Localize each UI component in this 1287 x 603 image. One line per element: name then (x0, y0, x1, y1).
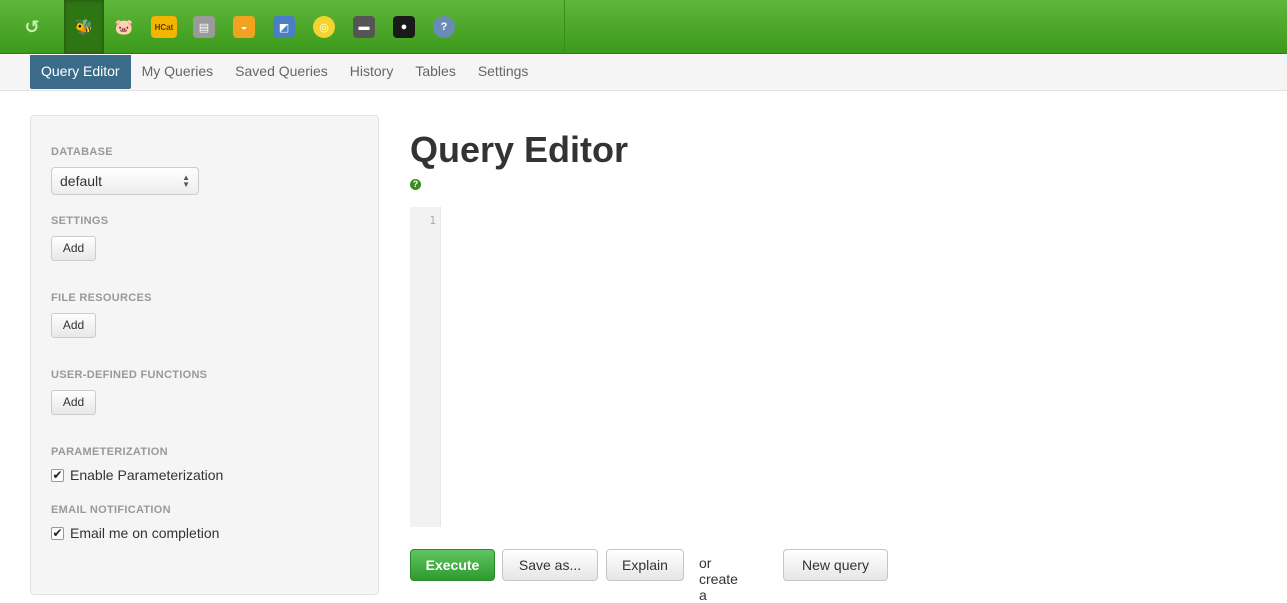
app-help-button[interactable]: ? (424, 0, 464, 54)
file-browser-icon: ▤ (193, 16, 215, 38)
query-editor[interactable]: 1 (410, 207, 1287, 527)
app-beeswax-button[interactable]: 🐝 (64, 0, 104, 54)
line-number: 1 (429, 214, 436, 227)
shell-icon: ▬ (353, 16, 375, 38)
database-select[interactable]: default ▲ ▼ (51, 167, 199, 195)
tab-query-editor[interactable]: Query Editor (30, 55, 131, 89)
editor-gutter: 1 (410, 207, 441, 527)
question-help-icon[interactable]: ? (410, 179, 421, 190)
tab-history[interactable]: History (339, 55, 405, 91)
app-user-admin-button[interactable]: ● (384, 0, 424, 54)
job-browser-icon: ◎ (313, 16, 335, 38)
parameterization-checkbox[interactable]: ✔ (51, 468, 64, 482)
sub-navigation: Query Editor My Queries Saved Queries Histo… (0, 55, 1287, 91)
help-icon: ? (433, 16, 455, 38)
tab-settings[interactable]: Settings (467, 55, 540, 91)
email-checkbox[interactable]: ✔ (51, 526, 64, 540)
beeswax-icon: 🐝 (74, 19, 94, 36)
settings-label: SETTINGS (51, 215, 109, 227)
app-shell-button[interactable]: ▬ (344, 0, 384, 54)
database-label: DATABASE (51, 146, 113, 158)
hue-logo-icon: ↺ (24, 16, 40, 37)
app-job-designer-button[interactable]: ◒ (224, 0, 264, 54)
tab-my-queries[interactable]: My Queries (131, 55, 225, 91)
sidebar-panel: DATABASE default ▲ ▼ SETTINGS Add FILE RE… (30, 115, 379, 595)
job-designer-icon: ◒ (233, 16, 255, 38)
page-title: Query Editor (410, 129, 629, 170)
database-select-value: default (60, 173, 103, 189)
add-udf-button[interactable]: Add (51, 390, 96, 415)
hcat-icon: HCat (151, 16, 177, 38)
select-arrows-icon: ▲ ▼ (182, 173, 190, 189)
app-job-browser-button[interactable]: ◎ (304, 0, 344, 54)
email-option-label: Email me on completion (70, 525, 220, 541)
save-as-button[interactable]: Save as... (502, 549, 598, 581)
app-file-browser-button[interactable]: ▤ (184, 0, 224, 54)
app-toolbar: ↺ 🐝 🐷 HCat ▤ ◒ ◩ ◎ ▬ ●? (0, 0, 1287, 54)
tab-saved-queries[interactable]: Saved Queries (224, 55, 339, 91)
app-hue-logo-button[interactable]: ↺ (0, 0, 64, 54)
file-resources-label: FILE RESOURCES (51, 292, 152, 304)
new-query-button[interactable]: New query (783, 549, 888, 581)
parameterization-checkbox-row[interactable]: ✔ Enable Parameterization (51, 467, 223, 483)
user-admin-icon: ● (393, 16, 415, 38)
app-hcat-button[interactable]: HCat (144, 0, 184, 54)
email-notification-label: EMAIL NOTIFICATION (51, 504, 171, 516)
tab-tables[interactable]: Tables (404, 55, 466, 91)
explain-button[interactable]: Explain (606, 549, 684, 581)
or-create-text: or create a (699, 555, 738, 603)
app-icon-strip: ↺ 🐝 🐷 HCat ▤ ◒ ◩ ◎ ▬ ●? (0, 0, 565, 54)
app-pig-button[interactable]: 🐷 (104, 0, 144, 54)
app-oozie-button[interactable]: ◩ (264, 0, 304, 54)
oozie-icon: ◩ (273, 16, 295, 38)
add-file-resource-button[interactable]: Add (51, 313, 96, 338)
parameterization-option-label: Enable Parameterization (70, 467, 224, 483)
pig-icon: 🐷 (114, 19, 134, 36)
parameterization-label: PARAMETERIZATION (51, 446, 168, 458)
email-checkbox-row[interactable]: ✔ Email me on completion (51, 525, 219, 541)
execute-button[interactable]: Execute (410, 549, 495, 581)
udf-label: USER-DEFINED FUNCTIONS (51, 369, 208, 381)
add-setting-button[interactable]: Add (51, 236, 96, 261)
